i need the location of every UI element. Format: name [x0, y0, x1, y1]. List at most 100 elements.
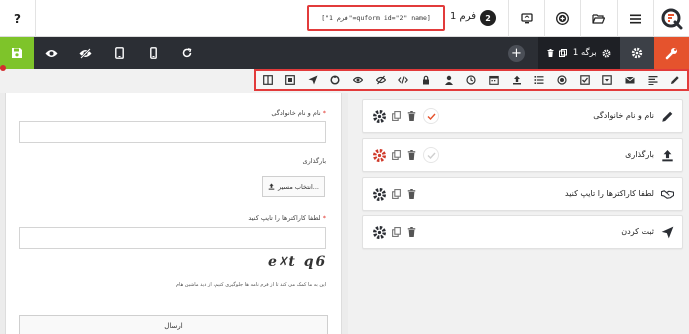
hidden-field-icon[interactable]	[375, 75, 386, 86]
page-tab-label: برگه 1	[572, 48, 597, 58]
copy-icon[interactable]	[559, 49, 568, 57]
gear-icon[interactable]	[372, 148, 387, 163]
eye-icon	[45, 49, 57, 57]
help-button[interactable]: ?	[0, 0, 36, 37]
refresh-icon	[182, 48, 192, 58]
save-button[interactable]	[0, 37, 34, 69]
copy-icon[interactable]	[392, 227, 401, 237]
gear-icon[interactable]	[372, 187, 387, 202]
copy-icon[interactable]	[392, 150, 401, 160]
preview-window-button[interactable]	[508, 0, 544, 37]
eye-slash-icon	[79, 47, 91, 59]
fullname-input[interactable]	[19, 121, 326, 143]
required-marker: *	[322, 109, 326, 117]
preview-controls	[34, 37, 204, 69]
honeypot-eye-icon[interactable]	[353, 75, 364, 86]
required-toggle[interactable]	[423, 147, 439, 163]
trash-icon[interactable]	[407, 189, 416, 199]
email-envelope-icon[interactable]	[625, 75, 636, 86]
file-upload-icon[interactable]	[511, 75, 522, 86]
copy-icon[interactable]	[392, 189, 401, 199]
preview-on-button[interactable]	[34, 37, 68, 69]
paper-plane-icon	[661, 226, 674, 239]
handshake-icon	[661, 190, 674, 199]
gear-icon	[631, 47, 643, 59]
form-builder: ? ["1 فرم"=quform id="2" name] فرم 1 2 +…	[0, 0, 689, 334]
gear-icon[interactable]	[372, 225, 387, 240]
textarea-lines-icon[interactable]	[647, 75, 658, 86]
shortcode-text: ["1 فرم"=quform id="2" name]	[321, 14, 431, 22]
trash-icon[interactable]	[407, 150, 416, 160]
submit-button[interactable]: ارسال	[19, 315, 328, 334]
preview-label-captcha: * لطفا کاراکترها را تایپ کنید	[186, 214, 326, 222]
builder-toolbar: + برگه 1	[0, 37, 689, 69]
preview-off-button[interactable]	[68, 37, 102, 69]
file-browse-button[interactable]: انتخاب مسیر...	[262, 176, 325, 197]
field-item-fullname[interactable]: نام و نام خانوادگی	[362, 99, 683, 133]
trash-icon[interactable]	[407, 111, 416, 121]
field-type-toolbar	[254, 69, 689, 91]
field-item-submit[interactable]: ثبت کردن	[362, 215, 683, 249]
field-item-label: ثبت کردن	[621, 227, 654, 236]
gear-icon[interactable]	[602, 49, 611, 58]
page-tab[interactable]: برگه 1	[538, 37, 620, 69]
pencil-icon	[662, 111, 673, 122]
paper-plane-icon[interactable]	[307, 75, 318, 86]
tablet-icon	[114, 47, 124, 59]
tools-button[interactable]	[654, 37, 689, 69]
column-icon[interactable]	[262, 75, 273, 86]
required-marker: *	[322, 214, 326, 222]
group-icon[interactable]	[285, 75, 296, 86]
quform-logo-icon	[661, 8, 682, 29]
open-folder-button[interactable]	[580, 0, 616, 37]
select-list-icon[interactable]	[534, 75, 545, 86]
date-calendar-icon[interactable]	[489, 75, 500, 86]
mobile-view-button[interactable]	[136, 37, 170, 69]
field-item-captcha[interactable]: لطفا کاراکترها را تایپ کنید	[362, 177, 683, 211]
required-toggle[interactable]	[423, 108, 439, 124]
checkbox-icon[interactable]	[579, 75, 590, 86]
captcha-image: e☓t q6	[268, 254, 328, 270]
shortcode-box[interactable]: ["1 فرم"=quform id="2" name]	[307, 5, 445, 31]
form-title: فرم 1	[450, 11, 477, 22]
field-item-label: نام و نام خانوادگی	[593, 111, 654, 120]
label-text: نام و نام خانوادگی	[271, 109, 321, 117]
status-dot	[0, 65, 6, 71]
name-user-icon[interactable]	[443, 75, 454, 86]
dropdown-select-icon[interactable]	[602, 75, 613, 86]
add-form-button[interactable]	[544, 0, 580, 37]
password-lock-icon[interactable]	[421, 75, 432, 86]
check-icon	[427, 113, 436, 120]
time-clock-icon[interactable]	[466, 75, 477, 86]
quform-logo[interactable]	[653, 0, 689, 37]
gear-icon[interactable]	[372, 109, 387, 124]
html-code-icon[interactable]	[398, 75, 409, 86]
preview-label-upload: بارگذاری	[302, 157, 326, 165]
folder-open-icon	[592, 14, 605, 24]
text-pencil-icon[interactable]	[670, 75, 681, 86]
captcha-hint: این به ما کمک می کند تا از فرم نامه ها ج…	[175, 282, 326, 288]
refresh-preview-button[interactable]	[170, 37, 204, 69]
page-settings-button[interactable]	[620, 37, 654, 69]
help-label: ?	[14, 11, 21, 26]
add-page-button[interactable]: +	[508, 45, 525, 62]
menu-button[interactable]	[617, 0, 653, 37]
captcha-input[interactable]	[19, 227, 326, 249]
recaptcha-icon[interactable]	[330, 75, 341, 86]
trash-icon[interactable]	[407, 227, 416, 237]
mobile-icon	[149, 47, 157, 59]
trash-icon[interactable]	[547, 49, 554, 57]
label-text: لطفا کاراکترها را تایپ کنید	[248, 214, 321, 222]
top-bar: ? ["1 فرم"=quform id="2" name] فرم 1 2	[0, 0, 689, 37]
preview-label-fullname: * نام و نام خانوادگی	[204, 109, 326, 117]
field-item-upload[interactable]: بارگذاری	[362, 138, 683, 172]
copy-icon[interactable]	[392, 111, 401, 121]
wrench-icon	[665, 47, 677, 59]
preview-scrollbar-right[interactable]	[342, 93, 348, 334]
tablet-view-button[interactable]	[102, 37, 136, 69]
floppy-disk-icon	[12, 48, 22, 58]
plus-circle-icon	[556, 12, 569, 25]
radio-button-icon[interactable]	[557, 75, 568, 86]
upload-icon	[268, 183, 275, 190]
field-item-label: لطفا کاراکترها را تایپ کنید	[565, 189, 654, 198]
